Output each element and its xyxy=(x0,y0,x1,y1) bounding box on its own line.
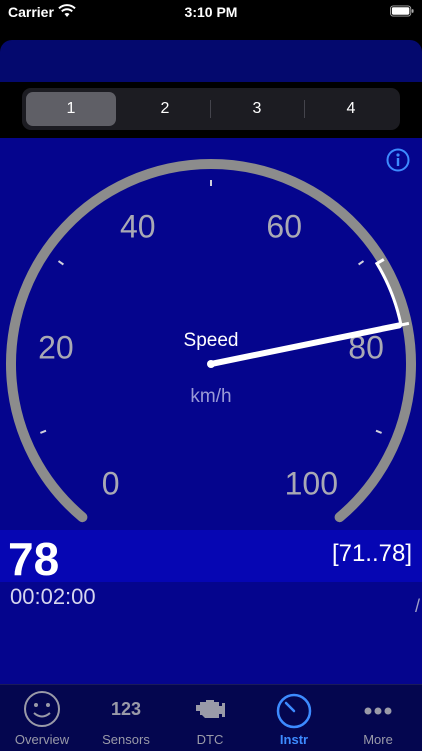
battery-icon xyxy=(390,5,414,17)
clock-label: 3:10 PM xyxy=(184,4,238,20)
status-bar: Carrier 3:10 PM xyxy=(0,0,422,24)
segment-3[interactable]: 3 xyxy=(212,92,302,126)
gauge-tick-label: 0 xyxy=(102,466,120,502)
123-icon: 123 xyxy=(111,699,141,719)
tab-label: Sensors xyxy=(102,732,150,747)
gauge-icon xyxy=(276,693,312,729)
engine-icon xyxy=(196,700,225,718)
tab-more[interactable]: More xyxy=(336,685,420,751)
segment-4[interactable]: 4 xyxy=(306,92,396,126)
gauge-title: Speed xyxy=(184,330,239,351)
gauge-tick-label: 40 xyxy=(120,208,156,244)
tab-label: Overview xyxy=(14,732,70,747)
gauge-tick-label: 100 xyxy=(285,466,338,502)
navigation-bar-background xyxy=(0,40,422,82)
segment-1[interactable]: 1 xyxy=(26,92,116,126)
tab-label: DTC xyxy=(196,732,224,747)
tab-overview[interactable]: Overview xyxy=(0,685,84,751)
lower-panel: 00:02:00 / xyxy=(0,582,422,684)
tab-bar: Overview 123 Sensors DTC Instr More xyxy=(0,684,422,751)
segment-2[interactable]: 2 xyxy=(120,92,210,126)
tab-dtc[interactable]: DTC xyxy=(168,685,252,751)
gauge-minor-tick xyxy=(375,429,382,434)
current-value: 78 xyxy=(8,533,60,585)
gauge-needle-hub xyxy=(207,360,215,368)
page-segmented-control[interactable]: 1 2 3 4 xyxy=(22,88,400,130)
history-graph-edge: / xyxy=(415,596,421,616)
tab-sensors[interactable]: 123 Sensors xyxy=(84,685,168,751)
segment-container: 1 2 3 4 xyxy=(0,82,422,138)
segment-divider xyxy=(210,100,211,118)
speed-gauge: 02040 6080100 Speed km/h xyxy=(6,159,416,523)
gauge-tick-label: 20 xyxy=(38,330,74,366)
svg-text:123: 123 xyxy=(111,699,141,719)
gauge-tick-label: 60 xyxy=(266,208,302,244)
smiley-icon xyxy=(24,691,60,727)
gauge-minor-tick xyxy=(358,260,365,266)
navigation-bar xyxy=(0,24,422,82)
tab-instr[interactable]: Instr xyxy=(252,685,336,751)
info-icon[interactable] xyxy=(386,148,410,172)
more-dots-icon xyxy=(364,707,392,715)
gauge-tick-labels: 02040 6080100 xyxy=(38,208,384,501)
value-range: [71..78] xyxy=(331,540,412,567)
tab-label: More xyxy=(363,732,393,747)
value-readout: 78 [71..78] xyxy=(0,530,422,585)
tab-label: Instr xyxy=(279,732,309,747)
gauge-minor-tick xyxy=(40,429,47,434)
gauge-unit: km/h xyxy=(190,386,231,407)
elapsed-time: 00:02:00 xyxy=(10,584,96,609)
segment-divider xyxy=(304,100,305,118)
gauge-minor-tick xyxy=(57,260,64,266)
